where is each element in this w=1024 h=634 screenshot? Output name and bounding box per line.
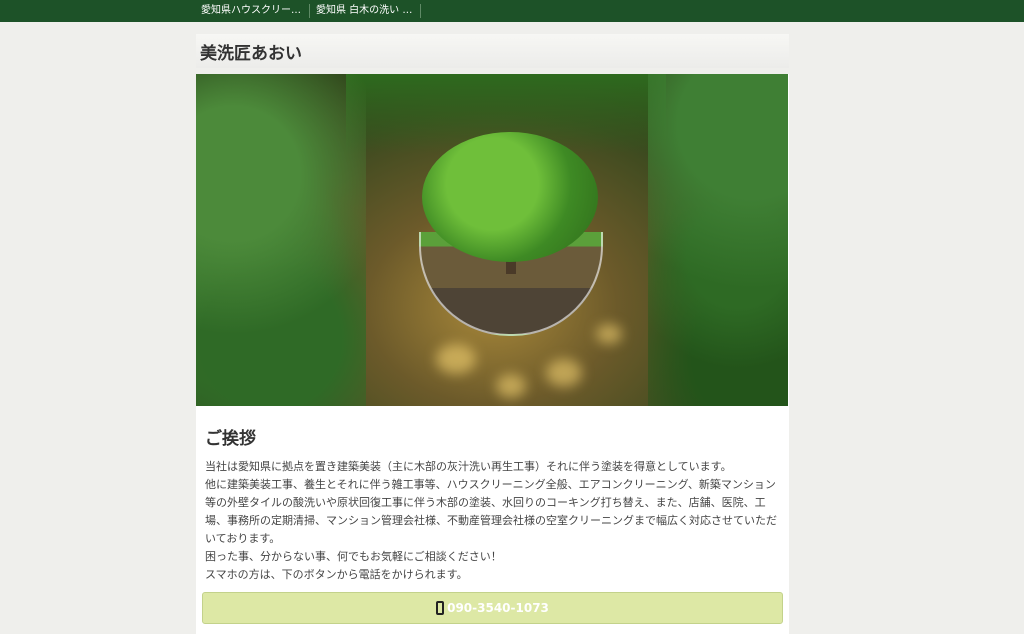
tab-wood-washing[interactable]: 愛知県 白木の洗い … (310, 4, 422, 18)
call-button[interactable]: 090-3540-1073 (202, 592, 783, 624)
call-button-label: 090-3540-1073 (447, 601, 549, 615)
bokeh-light (596, 324, 622, 344)
greeting-line: 当社は愛知県に拠点を置き建築美装（主に木部の灰汁洗い再生工事）それに伴う塗装を得… (205, 460, 732, 473)
greeting-text: 当社は愛知県に拠点を置き建築美装（主に木部の灰汁洗い再生工事）それに伴う塗装を得… (205, 458, 780, 584)
page-container: 美洗匠あおい ご挨拶 当社は愛知県に拠点を置き建築美装（主に木部の灰汁洗い再生工… (196, 34, 789, 634)
top-navigation-bar: 愛知県ハウスクリー… 愛知県 白木の洗い … (0, 0, 1024, 22)
bokeh-light (496, 374, 526, 398)
greeting-line: 他に建築美装工事、養生とそれに伴う雑工事等、ハウスクリーニング全般、エアコンクリ… (205, 478, 777, 545)
site-header: 美洗匠あおい (196, 34, 789, 68)
site-title[interactable]: 美洗匠あおい (196, 39, 302, 64)
tab-house-cleaning[interactable]: 愛知県ハウスクリー… (197, 4, 310, 18)
hero-tree-canopy (422, 132, 598, 262)
hero-leaves-right (648, 74, 788, 406)
greeting-line: スマホの方は、下のボタンから電話をかけられます。 (205, 568, 468, 581)
greeting-line: 困った事、分からない事、何でもお気軽にご相談ください！ (205, 550, 502, 563)
section-heading: ご挨拶 (205, 429, 256, 449)
hero-leaves-left (196, 74, 366, 406)
bokeh-light (436, 344, 476, 374)
bokeh-light (546, 359, 582, 387)
greeting-section: ご挨拶 当社は愛知県に拠点を置き建築美装（主に木部の灰汁洗い再生工事）それに伴う… (196, 406, 789, 634)
phone-icon (436, 601, 445, 615)
main-content: ご挨拶 当社は愛知県に拠点を置き建築美装（主に木部の灰汁洗い再生工事）それに伴う… (196, 74, 789, 634)
hero-image (196, 74, 788, 406)
